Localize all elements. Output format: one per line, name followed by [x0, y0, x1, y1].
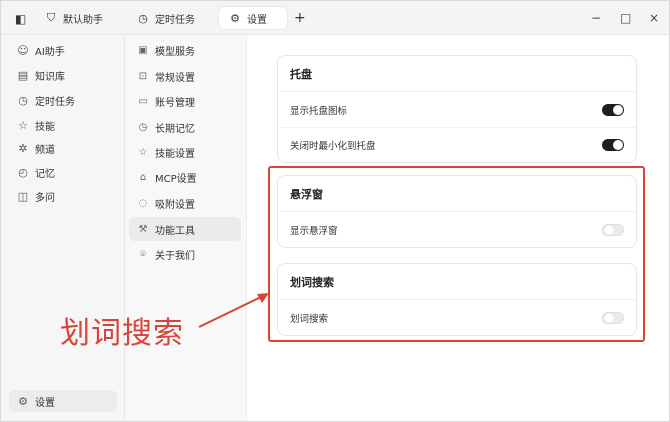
settings-nav-model-service[interactable]: ▣ 模型服务 — [129, 38, 241, 62]
sidebar-item-label: AI助手 — [35, 46, 65, 58]
id-card-icon: ▭ — [138, 95, 148, 107]
settings-nav-label: 关于我们 — [155, 250, 195, 262]
sidebar-item-label: 知识库 — [35, 71, 65, 83]
toggle-knob — [613, 140, 623, 150]
sidebar-item-memory[interactable]: ◴ 记忆 — [9, 161, 117, 183]
minimize-to-tray-toggle[interactable] — [602, 139, 624, 151]
setting-label: 显示托盘图标 — [290, 105, 348, 117]
setting-label: 关闭时最小化到托盘 — [290, 141, 376, 152]
info-icon: ⌾ — [140, 248, 146, 260]
sidebar-item-label: 技能 — [35, 121, 55, 133]
tab-label: 默认助手 — [63, 14, 103, 26]
settings-nav-label: 账号管理 — [155, 97, 195, 109]
tab-label: 定时任务 — [155, 14, 195, 26]
sidebar-item-channels[interactable]: ✲ 频道 — [9, 137, 117, 159]
tab-scheduled-tasks[interactable]: ◷ 定时任务 — [127, 7, 205, 29]
sidebar-item-label: 设置 — [35, 397, 55, 409]
settings-nav-label: MCP设置 — [155, 173, 197, 185]
settings-nav-label: 模型服务 — [155, 46, 195, 58]
settings-nav-mcp[interactable]: ⌂ MCP设置 — [129, 165, 241, 189]
close-button[interactable]: × — [649, 11, 659, 25]
minimize-button[interactable]: − — [591, 11, 601, 25]
gear-icon: ⚙ — [230, 11, 240, 25]
tools-icon: ⚒ — [138, 223, 148, 235]
magnet-icon: ◌ — [138, 197, 148, 209]
star-icon: ☆ — [18, 118, 28, 132]
annotation-arrow-icon — [198, 293, 269, 328]
book-icon: ▤ — [17, 68, 29, 82]
columns-icon: ◫ — [17, 189, 29, 203]
sidebar-item-label: 频道 — [35, 144, 55, 156]
tray-card-title: 托盘 — [278, 56, 636, 92]
settings-nav-tools[interactable]: ⚒ 功能工具 — [129, 217, 241, 241]
maximize-button[interactable]: □ — [620, 11, 631, 25]
bot-icon: ☺ — [17, 43, 29, 57]
sidebar-item-label: 多问 — [35, 192, 55, 204]
setting-row: 关闭时最小化到托盘 — [278, 127, 636, 162]
settings-nav-label: 技能设置 — [155, 148, 195, 160]
tab-settings[interactable]: ⚙ 设置 — [219, 7, 287, 29]
sidebar-item-label: 定时任务 — [35, 96, 75, 108]
star-icon: ☆ — [138, 146, 148, 158]
settings-nav-label: 功能工具 — [155, 225, 195, 237]
settings-icon: ⊡ — [138, 70, 148, 82]
tab-label: 设置 — [247, 14, 267, 26]
sidebar-item-multi-ask[interactable]: ◫ 多问 — [9, 185, 117, 207]
settings-nav-label: 常规设置 — [155, 72, 195, 84]
sidebar-toggle-icon[interactable]: ◧ — [15, 12, 26, 26]
sidebar-item-label: 记忆 — [35, 168, 55, 180]
memory-icon: ◴ — [18, 165, 28, 179]
tray-card: 托盘 显示托盘图标 关闭时最小化到托盘 — [277, 55, 637, 163]
clock-icon: ◷ — [138, 121, 148, 133]
show-tray-icon-toggle[interactable] — [602, 103, 624, 116]
settings-nav-account[interactable]: ▭ 账号管理 — [129, 89, 241, 113]
shield-icon: ⛉ — [46, 11, 56, 24]
sidebar-item-scheduled-tasks[interactable]: ◷ 定时任务 — [9, 89, 117, 111]
settings-nav-long-term-memory[interactable]: ◷ 长期记忆 — [129, 115, 241, 139]
settings-nav-general[interactable]: ⊡ 常规设置 — [129, 64, 241, 88]
sidebar-item-settings[interactable]: ⚙ 设置 — [9, 390, 117, 412]
settings-nav: ▣ 模型服务 ⊡ 常规设置 ▭ 账号管理 ◷ 长期记忆 ☆ 技能设置 ⌂ MCP… — [125, 35, 247, 421]
plug-icon: ⌂ — [139, 171, 147, 183]
add-tab-button[interactable]: + — [294, 11, 306, 25]
sidebar-item-ai-assistant[interactable]: ☺ AI助手 — [9, 39, 117, 61]
main-sidebar: ☺ AI助手 ▤ 知识库 ◷ 定时任务 ☆ 技能 ✲ 频道 ◴ 记忆 ◫ 多问 … — [1, 35, 125, 421]
clock-icon: ◷ — [18, 93, 28, 107]
tab-default-assistant[interactable]: ⛉ 默认助手 — [35, 7, 113, 29]
settings-nav-label: 吸附设置 — [155, 199, 195, 211]
setting-row: 显示托盘图标 — [278, 92, 636, 127]
cube-icon: ▣ — [138, 44, 148, 56]
title-bar: ◧ ⛉ 默认助手 ◷ 定时任务 ⚙ 设置 + − □ × — [1, 1, 669, 35]
settings-nav-about[interactable]: ⌾ 关于我们 — [129, 242, 241, 266]
settings-nav-snap[interactable]: ◌ 吸附设置 — [129, 191, 241, 215]
annotation-highlight-box — [268, 166, 645, 342]
sidebar-item-knowledge-base[interactable]: ▤ 知识库 — [9, 64, 117, 86]
settings-nav-label: 长期记忆 — [155, 123, 195, 135]
annotation-label: 划词搜索 — [60, 316, 184, 351]
gear-icon: ⚙ — [18, 394, 28, 408]
clock-icon: ◷ — [138, 11, 148, 25]
sidebar-item-skills[interactable]: ☆ 技能 — [9, 114, 117, 136]
toggle-knob — [613, 104, 623, 115]
channel-icon: ✲ — [18, 141, 28, 155]
settings-nav-skills[interactable]: ☆ 技能设置 — [129, 140, 241, 164]
